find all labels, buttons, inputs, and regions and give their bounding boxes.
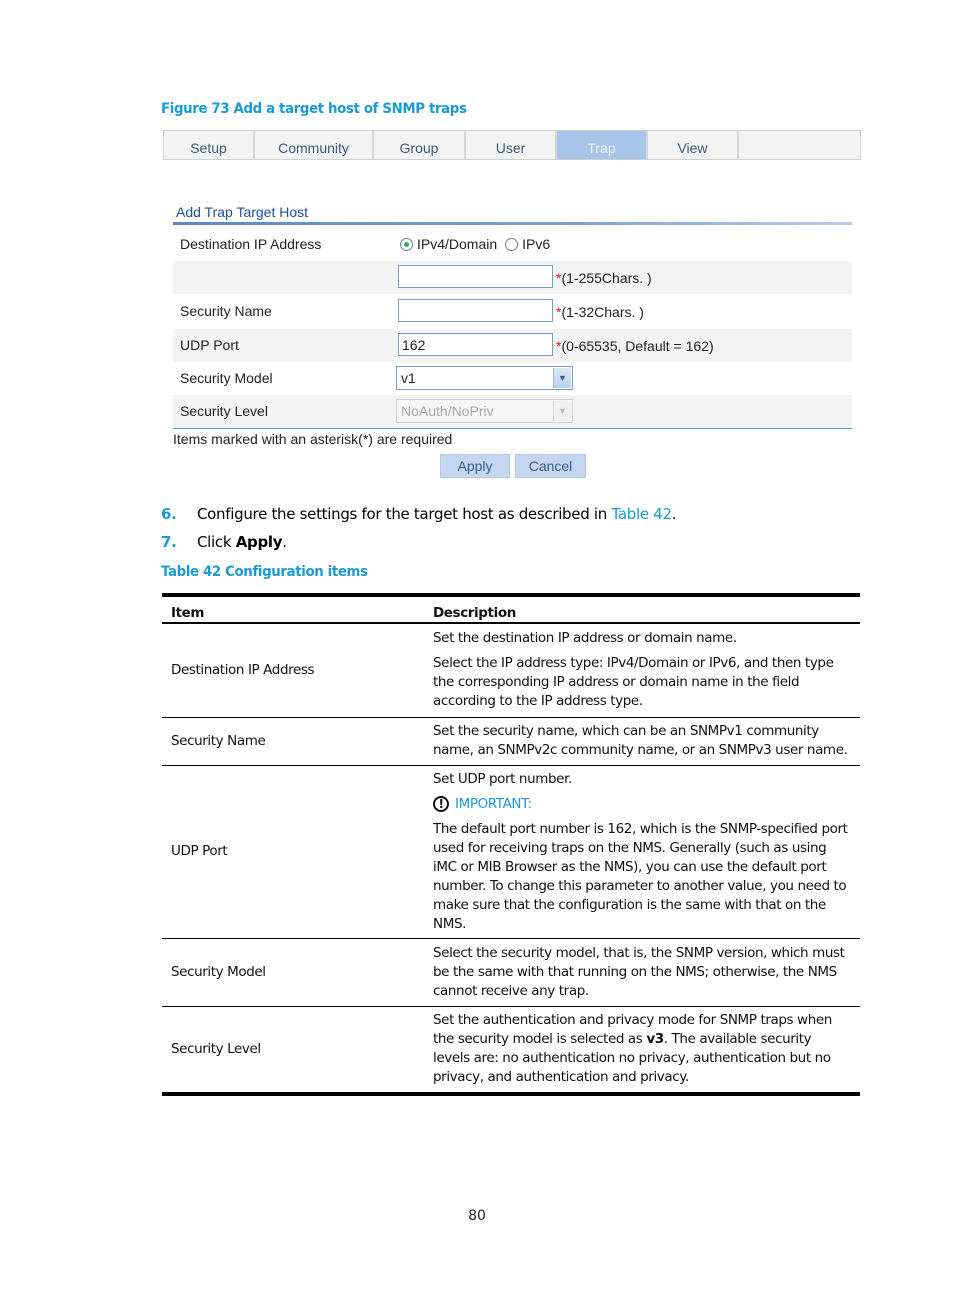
tab-bar: Setup Community Group User Trap View bbox=[163, 130, 861, 160]
description-cell: Set the security name, which can be an S… bbox=[424, 717, 860, 766]
tab-view[interactable]: View bbox=[648, 131, 739, 159]
apply-button[interactable]: Apply bbox=[440, 454, 510, 478]
required-note: Items marked with an asterisk(*) are req… bbox=[173, 431, 453, 447]
description-cell: Set the destination IP address or domain… bbox=[424, 623, 860, 718]
description-cell: Set UDP port number. ! IMPORTANT: The def… bbox=[424, 765, 860, 939]
tab-trap[interactable]: Trap bbox=[557, 131, 648, 159]
important-note-heading: ! IMPORTANT: bbox=[433, 795, 851, 814]
radio-selected-dot bbox=[404, 241, 409, 247]
item-cell: Destination IP Address bbox=[162, 623, 424, 718]
page-number: 80 bbox=[468, 1208, 486, 1224]
important-label: IMPORTANT: bbox=[455, 795, 532, 812]
chevron-down-icon[interactable]: ▼ bbox=[553, 368, 571, 388]
destination-ip-hint: *(1-255Chars. ) bbox=[556, 270, 652, 286]
security-level-row: Security Level NoAuth/NoPriv ▼ bbox=[173, 395, 852, 428]
description-bold-text: v3 bbox=[646, 1031, 664, 1048]
udp-port-hint-text: (0-65535, Default = 162) bbox=[561, 338, 714, 354]
description-paragraph: Set the authentication and privacy mode … bbox=[433, 1011, 851, 1087]
description-paragraph: Set the security name, which can be an S… bbox=[433, 723, 848, 758]
ipv6-label[interactable]: IPv6 bbox=[522, 236, 550, 252]
configuration-items-table: Item Description Destination IP Address … bbox=[162, 593, 860, 1096]
step-number: 6. bbox=[161, 505, 177, 523]
ip-type-radio-group: IPv4/Domain IPv6 bbox=[400, 236, 558, 252]
destination-ip-input-row: *(1-255Chars. ) bbox=[173, 261, 852, 294]
description-paragraph: Set the destination IP address or domain… bbox=[433, 630, 737, 647]
tab-bar-filler bbox=[739, 131, 860, 159]
exclamation-circle-icon: ! bbox=[433, 796, 449, 812]
cancel-button[interactable]: Cancel bbox=[515, 454, 586, 478]
description-paragraph: Set UDP port number. bbox=[433, 770, 572, 787]
form-title-divider bbox=[173, 222, 852, 225]
udp-port-input[interactable] bbox=[398, 333, 553, 356]
step-text-end: . bbox=[282, 533, 287, 551]
table-row: UDP Port Set UDP port number. ! IMPORTANT… bbox=[162, 765, 860, 939]
item-cell: Security Level bbox=[162, 1006, 424, 1096]
destination-ip-row: Destination IP Address IPv4/Domain IPv6 bbox=[173, 228, 852, 261]
security-model-select[interactable]: v1 ▼ bbox=[396, 366, 573, 390]
security-name-input[interactable] bbox=[398, 299, 553, 322]
table-row: Security Name Set the security name, whi… bbox=[162, 717, 860, 766]
step-number: 7. bbox=[161, 533, 177, 551]
security-name-label: Security Name bbox=[180, 303, 272, 319]
step-bold-text: Apply bbox=[235, 533, 283, 551]
tab-setup[interactable]: Setup bbox=[164, 131, 255, 159]
security-level-select: NoAuth/NoPriv ▼ bbox=[396, 399, 573, 423]
security-level-label: Security Level bbox=[180, 403, 268, 419]
tab-community[interactable]: Community bbox=[255, 131, 374, 159]
description-paragraph: Select the IP address type: IPv4/Domain … bbox=[433, 655, 834, 710]
column-header-item: Item bbox=[162, 593, 424, 624]
important-note-text: The default port number is 162, which is… bbox=[433, 820, 848, 932]
udp-port-hint: *(0-65535, Default = 162) bbox=[556, 338, 714, 354]
udp-port-label: UDP Port bbox=[180, 337, 239, 353]
step-text-end: . bbox=[671, 505, 677, 523]
security-name-hint: *(1-32Chars. ) bbox=[556, 304, 644, 320]
figure-caption: Figure 73 Add a target host of SNMP trap… bbox=[161, 101, 467, 117]
table-42-link[interactable]: Table 42 bbox=[611, 505, 672, 523]
form-title: Add Trap Target Host bbox=[176, 204, 309, 220]
ipv4-domain-radio[interactable] bbox=[400, 237, 413, 251]
description-paragraph: Select the security model, that is, the … bbox=[433, 944, 845, 999]
item-cell: Security Name bbox=[162, 717, 424, 766]
step-7: 7. Click Apply. bbox=[161, 533, 287, 551]
security-name-row: Security Name *(1-32Chars. ) bbox=[173, 295, 852, 328]
tab-group[interactable]: Group bbox=[374, 131, 466, 159]
chevron-down-icon: ▼ bbox=[553, 401, 571, 421]
table-row: Security Model Select the security model… bbox=[162, 938, 860, 1007]
destination-ip-hint-text: (1-255Chars. ) bbox=[561, 270, 652, 286]
tab-user[interactable]: User bbox=[466, 131, 557, 159]
destination-ip-input[interactable] bbox=[398, 265, 553, 288]
udp-port-row: UDP Port *(0-65535, Default = 162) bbox=[173, 329, 852, 362]
table-header-row: Item Description bbox=[162, 593, 860, 624]
security-model-label: Security Model bbox=[180, 370, 273, 386]
table-row: Security Level Set the authentication an… bbox=[162, 1006, 860, 1096]
item-cell: Security Model bbox=[162, 938, 424, 1007]
step-text: Click bbox=[197, 533, 236, 551]
item-cell: UDP Port bbox=[162, 765, 424, 939]
description-cell: Set the authentication and privacy mode … bbox=[424, 1006, 860, 1096]
column-header-description: Description bbox=[424, 593, 860, 624]
security-level-value: NoAuth/NoPriv bbox=[401, 403, 494, 419]
table-caption: Table 42 Configuration items bbox=[161, 564, 368, 580]
description-cell: Select the security model, that is, the … bbox=[424, 938, 860, 1007]
step-6: 6. Configure the settings for the target … bbox=[161, 505, 677, 523]
security-name-hint-text: (1-32Chars. ) bbox=[561, 304, 644, 320]
ipv6-radio[interactable] bbox=[505, 237, 519, 251]
table-row: Destination IP Address Set the destinati… bbox=[162, 623, 860, 718]
destination-ip-label: Destination IP Address bbox=[180, 236, 322, 252]
form-bottom-divider bbox=[173, 428, 852, 429]
ipv4-domain-label[interactable]: IPv4/Domain bbox=[417, 236, 497, 252]
security-model-value: v1 bbox=[401, 370, 416, 386]
security-model-row: Security Model v1 ▼ bbox=[173, 362, 852, 395]
step-text: Configure the settings for the target ho… bbox=[197, 505, 612, 523]
